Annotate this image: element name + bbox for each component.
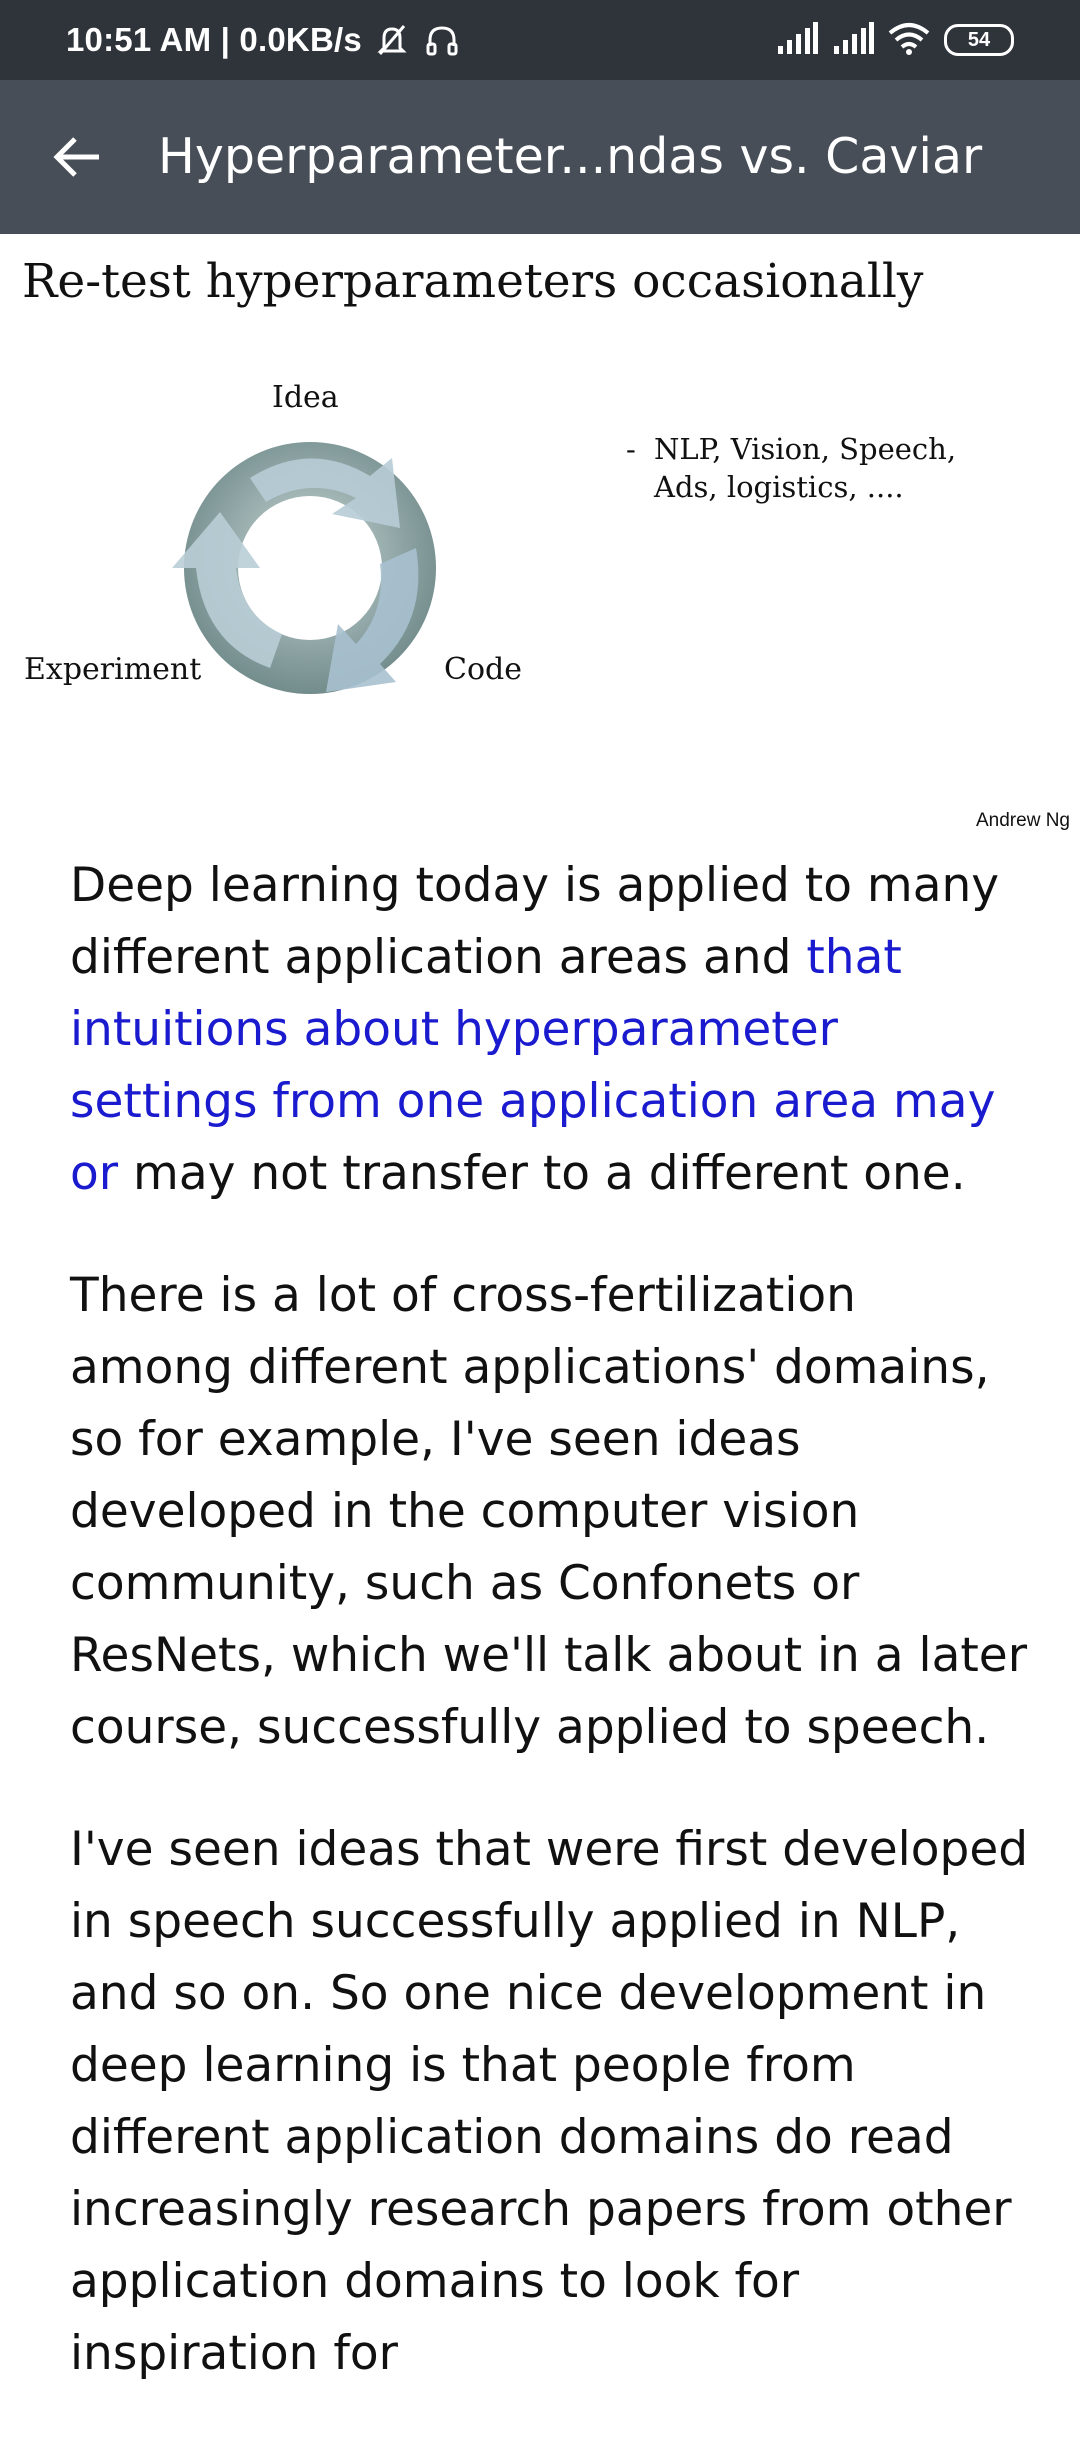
- article-body: Deep learning today is applied to many d…: [70, 850, 1030, 2440]
- arrow-left-icon: [53, 137, 99, 177]
- status-time-speed: 10:51 AM | 0.0KB/s: [66, 21, 362, 58]
- back-button[interactable]: [46, 126, 108, 188]
- battery-level: 54: [967, 28, 991, 51]
- signal-icon: [776, 22, 818, 58]
- slide-bullet: - NLP, Vision, Speech, Ads, logistics, .…: [626, 430, 986, 506]
- paragraph-1: Deep learning today is applied to many d…: [70, 850, 1030, 1210]
- bullet-dash: -: [626, 432, 636, 466]
- mute-bell-icon: [372, 20, 412, 60]
- paragraph-1-text-b: may not transfer to a different one.: [118, 1146, 966, 1201]
- bullet-text: NLP, Vision, Speech, Ads, logistics, ...…: [654, 432, 957, 504]
- app-bar: Hyperparameter...ndas vs. Caviar: [0, 80, 1080, 234]
- paragraph-3: I've seen ideas that were first develope…: [70, 1822, 1029, 2381]
- cycle-label-idea: Idea: [272, 380, 339, 415]
- cycle-diagram-icon: [172, 442, 436, 694]
- lecture-slide: Re-test hyperparameters occasionally Ide…: [0, 234, 1080, 834]
- paragraph-2: There is a lot of cross-fertilization am…: [70, 1268, 1028, 1755]
- signal-icon: [832, 22, 874, 58]
- slide-credit: Andrew Ng: [976, 810, 1070, 831]
- status-right: 54: [776, 0, 1014, 80]
- page-title: Hyperparameter...ndas vs. Caviar: [158, 128, 983, 185]
- status-left: 10:51 AM | 0.0KB/s: [66, 0, 462, 80]
- battery-indicator: 54: [944, 24, 1014, 56]
- headphones-icon: [422, 20, 462, 60]
- status-bar: 10:51 AM | 0.0KB/s 54: [0, 0, 1080, 80]
- slide-title: Re-test hyperparameters occasionally: [22, 254, 924, 309]
- wifi-icon: [888, 21, 930, 59]
